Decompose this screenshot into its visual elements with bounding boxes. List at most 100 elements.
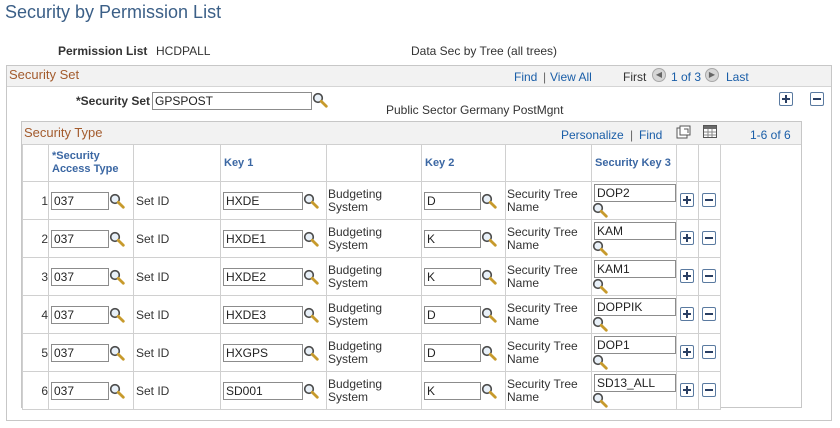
key3-label: Security Tree Name [507, 262, 578, 290]
lookup-icon[interactable] [109, 383, 125, 399]
lookup-icon[interactable] [592, 240, 608, 256]
key2-label: Budgeting System [328, 224, 383, 252]
add-cell [676, 295, 699, 334]
access-type-cell: 037 [48, 333, 134, 372]
key1-input[interactable]: HXGPS [223, 343, 303, 362]
lookup-icon[interactable] [109, 307, 125, 323]
access-type-input[interactable]: 037 [51, 267, 109, 286]
lookup-icon[interactable] [481, 307, 497, 323]
add-row-button[interactable] [779, 92, 793, 106]
security-key3-cell: DOP2 [591, 181, 677, 220]
key1-label-cell: Set ID [133, 257, 221, 296]
security-key3-input[interactable]: KAM [594, 221, 676, 240]
lookup-icon[interactable] [303, 193, 319, 209]
key1-cell: HXGPS [220, 333, 327, 372]
delete-row-button[interactable] [702, 345, 716, 359]
lookup-icon[interactable] [481, 231, 497, 247]
security-key3-cell: KAM1 [591, 257, 677, 296]
key1-input[interactable]: HXDE1 [223, 229, 303, 248]
grid-find-link[interactable]: Find [639, 128, 662, 142]
row-number: 2 [22, 219, 49, 258]
access-type-input[interactable]: 037 [51, 229, 109, 248]
next-arrow-icon[interactable]: ▶ [705, 68, 719, 82]
key3-label-cell: Security Tree Name [505, 295, 592, 334]
access-type-input[interactable]: 037 [51, 343, 109, 362]
add-column-header [676, 144, 699, 182]
delete-row-button[interactable] [702, 307, 716, 321]
key1-cell: HXDE1 [220, 219, 327, 258]
lookup-icon[interactable] [481, 193, 497, 209]
security-key3-input[interactable]: KAM1 [594, 259, 676, 278]
delete-cell [698, 257, 721, 296]
key1-input[interactable]: HXDE3 [223, 305, 303, 324]
security-set-input[interactable]: GPSPOST [152, 92, 312, 110]
lookup-icon[interactable] [109, 345, 125, 361]
lookup-icon[interactable] [303, 345, 319, 361]
previous-arrow-icon[interactable]: ◀ [652, 68, 666, 82]
lookup-icon[interactable] [592, 392, 608, 408]
table-row: 2 037 Set ID HXDE1 Budgeting System K Security … [22, 219, 721, 258]
key1-input[interactable]: SD001 [223, 381, 303, 400]
lookup-icon[interactable] [109, 193, 125, 209]
permission-list-label: Permission List [58, 44, 148, 58]
security-key3-input[interactable]: DOPPIK [594, 297, 676, 316]
lookup-icon[interactable] [303, 383, 319, 399]
lookup-icon[interactable] [592, 202, 608, 218]
security-key3-input[interactable]: SD13_ALL [594, 373, 676, 392]
lookup-icon[interactable] [109, 269, 125, 285]
lookup-icon[interactable] [303, 231, 319, 247]
add-row-button[interactable] [680, 383, 694, 397]
personalize-link[interactable]: Personalize [561, 128, 624, 142]
delete-row-button[interactable] [702, 383, 716, 397]
delete-row-button[interactable] [702, 193, 716, 207]
lookup-icon[interactable] [481, 269, 497, 285]
key1-input[interactable]: HXDE2 [223, 267, 303, 286]
key1-label-cell: Set ID [133, 371, 221, 410]
security-set-find-link[interactable]: Find [514, 70, 537, 84]
nav-separator: | [630, 128, 634, 142]
access-type-input[interactable]: 037 [51, 305, 109, 324]
key2-input[interactable]: D [424, 343, 481, 362]
key2-input[interactable]: K [424, 267, 481, 286]
add-row-button[interactable] [680, 307, 694, 321]
security-key3-input[interactable]: DOP2 [594, 183, 676, 202]
security-key3-input[interactable]: DOP1 [594, 335, 676, 354]
delete-row-button[interactable] [810, 92, 824, 106]
security-set-last-link[interactable]: Last [726, 70, 749, 84]
security-set-view-all-link[interactable]: View All [550, 70, 592, 84]
add-row-button[interactable] [680, 193, 694, 207]
key1-input[interactable]: HXDE [223, 191, 303, 210]
key2-label: Budgeting System [328, 262, 383, 290]
page-title: Security by Permission List [5, 2, 222, 22]
key2-input[interactable]: D [424, 191, 481, 210]
table-row: 1 037 Set ID HXDE Budgeting System D Security T… [22, 181, 721, 220]
add-row-button[interactable] [680, 345, 694, 359]
delete-row-button[interactable] [702, 231, 716, 245]
key2-input[interactable]: K [424, 381, 481, 400]
key2-input[interactable]: D [424, 305, 481, 324]
key2-label-cell: Budgeting System [326, 333, 422, 372]
access-type-input[interactable]: 037 [51, 381, 109, 400]
add-row-button[interactable] [680, 269, 694, 283]
lookup-icon[interactable] [481, 345, 497, 361]
security-key3-cell: DOPPIK [591, 295, 677, 334]
delete-cell [698, 295, 721, 334]
view-all-icon[interactable] [676, 125, 691, 139]
lookup-icon[interactable] [592, 354, 608, 370]
key2-input[interactable]: K [424, 229, 481, 248]
lookup-icon[interactable] [592, 316, 608, 332]
access-type-input[interactable]: 037 [51, 191, 109, 210]
key1-label-cell: Set ID [133, 181, 221, 220]
delete-row-button[interactable] [702, 269, 716, 283]
key3-label-cell: Security Tree Name [505, 181, 592, 220]
download-grid-icon[interactable] [703, 125, 717, 138]
lookup-icon[interactable] [303, 307, 319, 323]
lookup-icon[interactable] [312, 92, 328, 108]
lookup-icon[interactable] [303, 269, 319, 285]
key1-label-cell: Set ID [133, 333, 221, 372]
key2-cell: K [421, 371, 506, 410]
lookup-icon[interactable] [481, 383, 497, 399]
lookup-icon[interactable] [109, 231, 125, 247]
lookup-icon[interactable] [592, 278, 608, 294]
add-row-button[interactable] [680, 231, 694, 245]
